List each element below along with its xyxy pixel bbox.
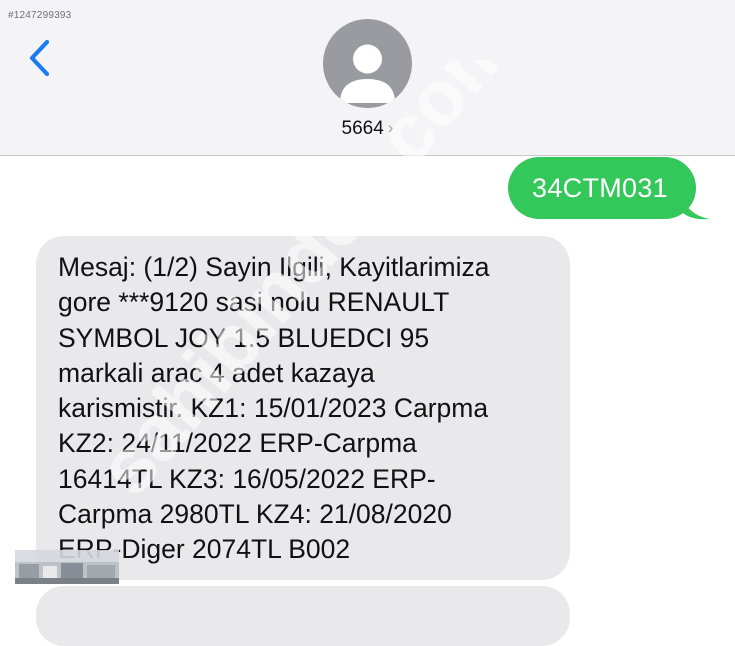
received-message-text: Mesaj: (1/2) Sayin Ilgili, Kayitlarimiza… [58, 252, 490, 565]
received-message-bubble-partial[interactable] [36, 586, 570, 646]
sent-bubble-tail [682, 196, 710, 220]
sent-message-bubble[interactable]: 34CTM031 [508, 157, 696, 219]
chevron-right-icon: › [387, 118, 394, 137]
chevron-left-icon [29, 39, 50, 77]
received-message-bubble[interactable]: Mesaj: (1/2) Sayin Ilgili, Kayitlarimiza… [36, 236, 570, 580]
listing-id-watermark: #1247299393 [8, 10, 72, 21]
contact-name: 5664 [341, 118, 384, 139]
conversation-header: #1247299393 5664 › [0, 0, 735, 156]
person-silhouette-icon [340, 44, 395, 103]
back-button[interactable] [22, 36, 62, 84]
contact-avatar[interactable] [323, 19, 412, 108]
photo-thumbnail [15, 550, 119, 584]
contact-info-button[interactable]: 5664 › [300, 116, 435, 142]
sent-message-text: 34CTM031 [532, 172, 668, 203]
